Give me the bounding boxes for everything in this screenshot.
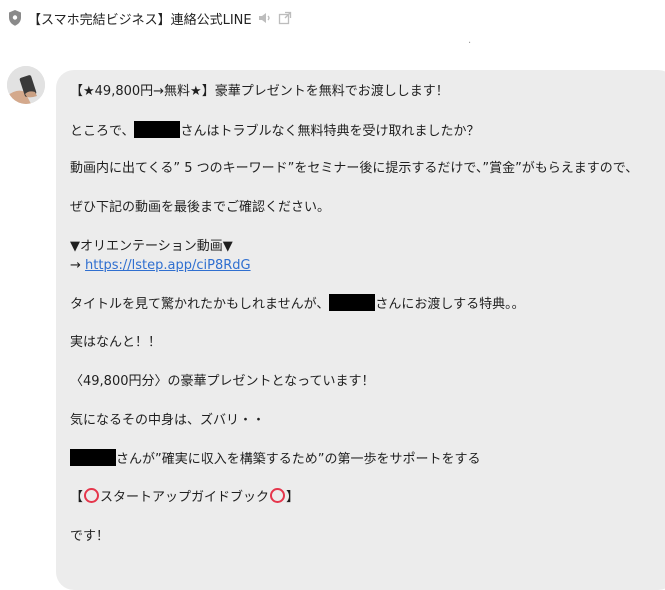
redaction-box [329, 294, 376, 312]
avatar[interactable] [7, 66, 45, 104]
message-line: 実はなんと！！ [70, 335, 162, 351]
message-line: → https://lstep.app/ciP8RdG [70, 256, 665, 275]
video-link[interactable]: https://lstep.app/ciP8RdG [85, 258, 251, 273]
red-circle-icon [84, 487, 100, 503]
redaction-box [70, 449, 116, 467]
mute-icon[interactable] [258, 11, 272, 25]
message-line: タイトルを見て驚かれたかもしれませんが、 さんにお渡しする特典。。 [70, 294, 665, 313]
avatar-image [7, 66, 45, 104]
arrow-text: → [70, 257, 86, 273]
message-line: 動画内に出てくる” 5 つのキーワード”をセミナー後に提示するだけで、”賞金”が… [70, 161, 639, 177]
chat-header: 【スマホ完結ビジネス】連絡公式LINE [0, 0, 665, 36]
message-line: 【★49,800円→無料★】豪華プレゼントを無料でお渡しします！ [70, 84, 449, 99]
message-text: さんが”確実に収入を構築するため”の第一歩をサポートをする [116, 452, 481, 468]
message-line: 気になるその中身は、ズバリ・・ [70, 412, 266, 428]
message-line: です！ [70, 528, 110, 544]
message-text: さんにお渡しする特典。。 [375, 297, 525, 313]
external-window-icon[interactable] [278, 11, 292, 25]
message-line: ところで、 さんはトラブルなく無料特典を受け取れましたか？ [70, 120, 665, 140]
message-text: 【 [70, 489, 84, 505]
message-text: 】 [286, 489, 300, 505]
message-line: ぜひ下記の動画を最後までご確認ください。 [70, 200, 331, 216]
redaction-box [134, 120, 181, 138]
message-line: さんが”確実に収入を構築するため”の第一歩をサポートをする [70, 449, 665, 468]
message-text: タイトルを見て驚かれたかもしれませんが、 [70, 297, 330, 313]
message-line: 【スタートアップガイドブック】 [70, 487, 665, 507]
red-circle-icon [270, 487, 286, 503]
typing-indicator: · [468, 38, 472, 49]
message-text: ところで、 [70, 123, 135, 139]
message-bubble: 【★49,800円→無料★】豪華プレゼントを無料でお渡しします！ ところで、さん… [56, 70, 665, 590]
shield-icon [9, 10, 21, 26]
chat-title: 【スマホ完結ビジネス】連絡公式LINE [28, 12, 252, 28]
message-text: さんはトラブルなく無料特典を受け取れましたか？ [180, 123, 480, 139]
message-line: ▼オリエンテーション動画▼ [70, 238, 233, 254]
message-text: スタートアップガイドブック [100, 489, 270, 505]
message-line: 〈49,800円分〉の豪華プレゼントとなっています！ [70, 373, 375, 389]
